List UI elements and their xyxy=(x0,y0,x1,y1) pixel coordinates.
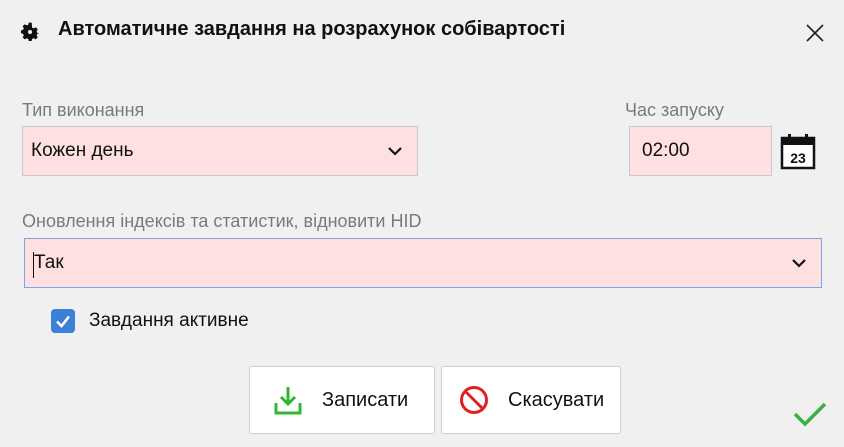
start-time-input[interactable]: 02:00 xyxy=(629,126,772,176)
task-active-label: Завдання активне xyxy=(89,310,249,331)
chevron-down-icon xyxy=(388,147,402,156)
task-active-checkbox[interactable] xyxy=(51,309,75,333)
chevron-down-icon xyxy=(792,259,806,268)
close-icon xyxy=(806,24,824,42)
checkmark-icon xyxy=(56,315,71,328)
cancel-button[interactable]: Скасувати xyxy=(441,366,621,434)
execution-type-select[interactable]: Кожен день xyxy=(22,126,418,176)
checkmark-icon xyxy=(793,402,827,427)
calendar-icon-text: 23 xyxy=(790,150,806,166)
save-button-label: Записати xyxy=(322,388,409,411)
download-save-icon xyxy=(274,387,302,415)
window-title: Автоматичне завдання на розрахунок собів… xyxy=(58,18,566,40)
execution-type-label: Тип виконання xyxy=(22,100,145,120)
text-caret xyxy=(33,252,34,278)
index-update-label: Оновлення індексів та статистик, віднови… xyxy=(22,211,422,231)
index-update-value: Так xyxy=(34,252,64,273)
index-update-select[interactable]: Так xyxy=(24,238,822,288)
cancel-button-label: Скасувати xyxy=(508,388,605,411)
calendar-icon[interactable]: 23 xyxy=(779,132,817,170)
execution-type-value: Кожен день xyxy=(31,140,134,161)
title-bar: Автоматичне завдання на розрахунок собів… xyxy=(0,0,844,66)
gear-icon xyxy=(21,22,40,41)
prohibited-icon xyxy=(460,386,488,414)
save-button[interactable]: Записати xyxy=(249,366,435,434)
close-button[interactable] xyxy=(786,8,844,58)
start-time-label: Час запуску xyxy=(625,100,724,120)
start-time-value: 02:00 xyxy=(642,140,690,161)
